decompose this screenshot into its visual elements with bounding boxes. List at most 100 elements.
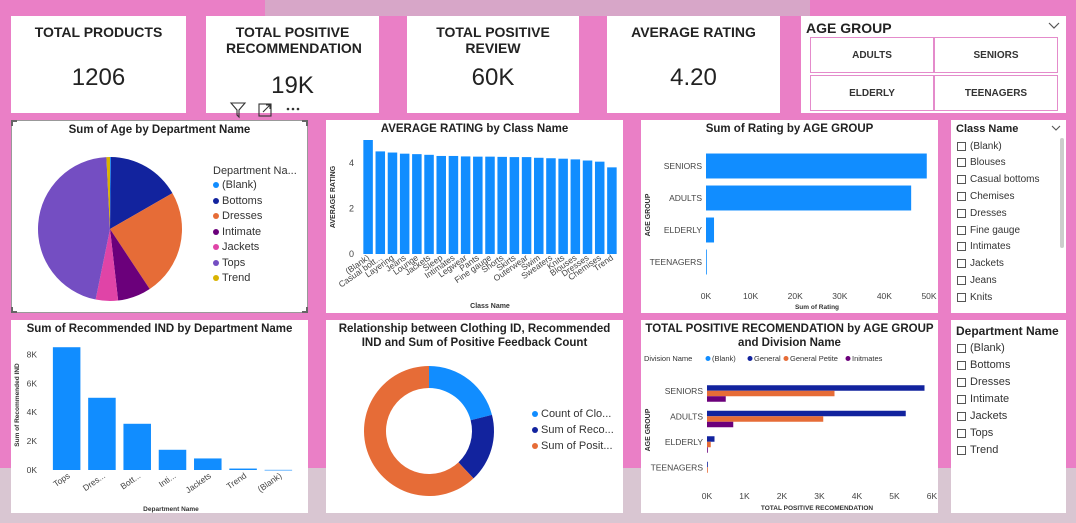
checkbox[interactable]: [957, 428, 966, 438]
list-item-bottoms[interactable]: Bottoms: [957, 358, 1010, 372]
legend-item-intimate[interactable]: Intimate: [213, 226, 261, 238]
bar-trend[interactable]: [607, 167, 617, 254]
bar-teenagers-general-petite[interactable]: [707, 467, 708, 473]
checkbox[interactable]: [957, 175, 966, 185]
list-item-knits[interactable]: Knits: [957, 290, 992, 304]
bar-jackets[interactable]: [194, 458, 222, 470]
legend-item-general[interactable]: General: [754, 354, 781, 363]
bar-adults-initmates[interactable]: [707, 421, 734, 428]
age-option-seniors[interactable]: SENIORS: [934, 37, 1058, 73]
checkbox[interactable]: [957, 445, 966, 455]
bar-casual-bott[interactable]: [375, 151, 386, 254]
bar-seniors-initmates[interactable]: [707, 396, 726, 402]
list-item-intimates[interactable]: Intimates: [957, 240, 1011, 254]
age-option-adults[interactable]: ADULTS: [810, 37, 934, 73]
bar-adults-general-petite[interactable]: [707, 416, 824, 422]
bar-recommended-by-department[interactable]: Sum of Recommended IND by Department Nam…: [11, 320, 308, 513]
bar-seniors-general[interactable]: [707, 385, 925, 391]
bar-shorts[interactable]: [497, 156, 507, 254]
bar-layering[interactable]: [387, 152, 398, 254]
bar-swim[interactable]: [534, 157, 544, 254]
list-item-casual-bottoms[interactable]: Casual bottoms: [957, 173, 1039, 187]
bar-chemises[interactable]: [594, 161, 605, 254]
legend-item-dresses[interactable]: Dresses: [213, 210, 262, 222]
list-item-dresses[interactable]: Dresses: [957, 206, 1007, 220]
bar-jackets[interactable]: [424, 154, 434, 254]
legend-item-blank[interactable]: (Blank): [213, 179, 257, 191]
legend-item-initmates[interactable]: Initmates: [852, 354, 883, 363]
list-item-blouses[interactable]: Blouses: [957, 156, 1006, 170]
bar-trend[interactable]: [229, 468, 257, 470]
legend-item-count-of-clo[interactable]: Count of Clo...: [532, 408, 611, 420]
scrollbar[interactable]: [1060, 138, 1064, 248]
list-item-intimate[interactable]: Intimate: [957, 392, 1009, 406]
bar-knits[interactable]: [558, 158, 568, 254]
legend-item-blank[interactable]: (Blank): [712, 354, 736, 363]
bar-adults-general[interactable]: [707, 410, 906, 417]
bar-elderly-initmates[interactable]: [707, 447, 708, 453]
checkbox[interactable]: [957, 225, 966, 235]
donut-relationship[interactable]: Relationship between Clothing ID, Recomm…: [326, 320, 623, 513]
bar-fine-gauge[interactable]: [485, 156, 495, 254]
checkbox[interactable]: [957, 158, 966, 168]
bar-avg-rating-by-class[interactable]: AVERAGE RATING by Class Name 0 2 4 (Blank) C…: [326, 120, 623, 313]
bar-blouses[interactable]: [570, 159, 581, 254]
list-item-trend[interactable]: Trend: [957, 443, 998, 457]
bar-teenagers-general[interactable]: [707, 461, 708, 468]
pie-slice-tops[interactable]: [38, 157, 110, 300]
bar-dresses[interactable]: [582, 160, 593, 254]
list-item-jackets[interactable]: Jackets: [957, 409, 1007, 423]
checkbox[interactable]: [957, 275, 966, 285]
age-option-elderly[interactable]: ELDERLY: [810, 75, 934, 111]
legend-item-jackets[interactable]: Jackets: [213, 241, 259, 253]
bar-seniors[interactable]: [706, 153, 927, 179]
checkbox[interactable]: [957, 208, 966, 218]
bar-jeans[interactable]: [399, 153, 410, 254]
bar-teenagers[interactable]: [706, 249, 707, 275]
focus-mode-icon[interactable]: [258, 103, 272, 117]
age-option-teenagers[interactable]: TEENAGERS: [934, 75, 1058, 111]
legend-item-tops[interactable]: Tops: [213, 257, 245, 269]
bar-elderly-general-petite[interactable]: [707, 441, 711, 448]
chevron-down-icon[interactable]: [1048, 22, 1060, 30]
list-item-dresses[interactable]: Dresses: [957, 375, 1010, 389]
bar-pants[interactable]: [473, 156, 483, 254]
bar-lounge[interactable]: [412, 154, 422, 254]
bar-inti[interactable]: [158, 449, 187, 470]
bar-seniors-general-petite[interactable]: [707, 390, 835, 397]
checkbox[interactable]: [957, 242, 966, 252]
bar-dres[interactable]: [88, 397, 116, 470]
checkbox[interactable]: [957, 360, 966, 370]
bar-blank[interactable]: [363, 140, 373, 254]
checkbox[interactable]: [957, 141, 966, 151]
list-item-fine-gauge[interactable]: Fine gauge: [957, 223, 1020, 237]
chevron-down-icon[interactable]: [1051, 125, 1061, 132]
hbar-rating-by-age[interactable]: Sum of Rating by AGE GROUP SENIORS ADULTS…: [641, 120, 938, 313]
bar-elderly-general[interactable]: [707, 436, 715, 442]
legend-item-trend[interactable]: Trend: [213, 272, 250, 284]
legend-item-sum-of-reco[interactable]: Sum of Reco...: [532, 424, 614, 436]
bar-skirts[interactable]: [509, 157, 520, 254]
bar-sweaters[interactable]: [546, 158, 556, 254]
checkbox[interactable]: [957, 259, 966, 269]
bar-tops[interactable]: [52, 347, 81, 470]
bar-intimates[interactable]: [448, 155, 459, 254]
donut-slice-count-of-clo[interactable]: [429, 366, 492, 421]
bar-outerwear[interactable]: [521, 157, 532, 254]
list-item-jeans[interactable]: Jeans: [957, 273, 997, 287]
bar-elderly[interactable]: [706, 217, 715, 243]
checkbox[interactable]: [957, 377, 966, 387]
legend-item-general-petite[interactable]: General Petite: [790, 354, 838, 363]
filter-icon[interactable]: [229, 102, 247, 119]
bar-sleep[interactable]: [436, 155, 446, 254]
hbar-recommendation-by-age-division[interactable]: TOTAL POSITIVE RECOMENDATION by AGE GROU…: [641, 320, 938, 513]
bar-legwear[interactable]: [460, 156, 471, 254]
more-options-icon[interactable]: [286, 107, 300, 111]
checkbox[interactable]: [957, 394, 966, 404]
list-item-jackets[interactable]: Jackets: [957, 257, 1004, 271]
checkbox[interactable]: [957, 292, 966, 302]
bar-blank[interactable]: [264, 469, 293, 471]
list-item-chemises[interactable]: Chemises: [957, 189, 1014, 203]
legend-item-sum-of-posit[interactable]: Sum of Posit...: [532, 440, 613, 452]
checkbox[interactable]: [957, 191, 966, 201]
